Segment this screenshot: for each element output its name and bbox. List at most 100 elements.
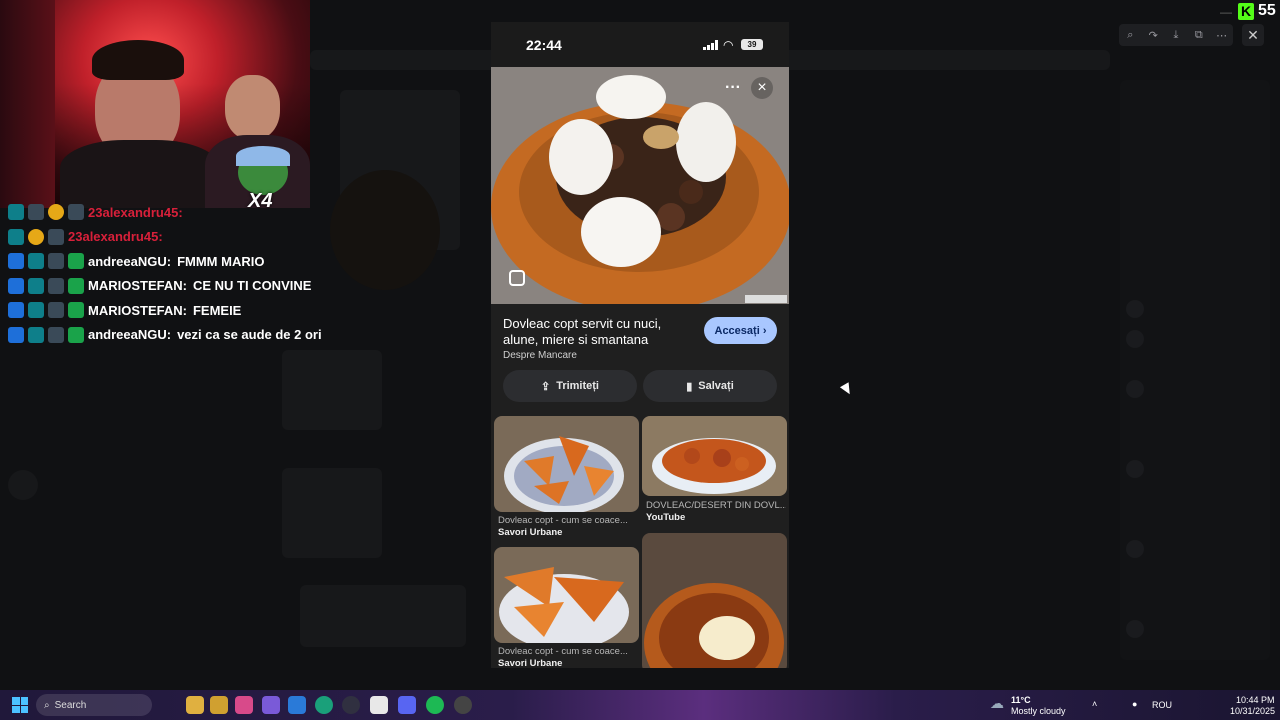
zoom-icon[interactable]: ⌕	[1121, 29, 1139, 42]
chat-badge-icon	[28, 302, 44, 319]
chat-username[interactable]: 23alexandru45:	[68, 229, 163, 244]
kick-logo-icon: K	[1238, 3, 1254, 20]
related-pin[interactable]: Dovleac copt - cum se coace... Savori Ur…	[494, 547, 639, 668]
chat-badge-icon	[68, 253, 84, 270]
file-explorer-icon[interactable]	[186, 696, 204, 714]
chat-badge-icon	[48, 253, 64, 270]
wifi-icon: ◠	[723, 38, 734, 52]
steam-icon[interactable]	[454, 696, 472, 714]
close-icon[interactable]: ✕	[1242, 24, 1264, 46]
phone-screenshot: 22:44 ◠ 39 ··· × Dovleac copt servit cu …	[491, 22, 789, 668]
related-pin-image	[642, 416, 787, 496]
obs-icon[interactable]	[342, 696, 360, 714]
search-label: Search	[54, 699, 87, 711]
bg-avatar	[1126, 380, 1144, 398]
chat-badge-icon	[8, 326, 24, 343]
pin-main-image[interactable]: ··· ×	[491, 67, 789, 304]
webcam-wall	[0, 0, 55, 208]
chat-text: FEMEIE	[192, 302, 242, 318]
chat-badge-icon	[8, 204, 24, 221]
chat-badge-icon	[28, 326, 44, 343]
streamer-hair	[92, 40, 184, 80]
weather-temp: 11°C	[1011, 695, 1031, 705]
related-pin[interactable]	[642, 533, 787, 668]
bg-server-icon	[8, 470, 38, 500]
save-button[interactable]: ▮ Salvați	[643, 370, 777, 402]
bg-avatar	[1126, 540, 1144, 558]
chat-username[interactable]: andreeaNGU:	[88, 327, 171, 342]
guest-face	[225, 75, 280, 140]
save-label: Salvați	[698, 380, 734, 392]
chat-badge-icon	[48, 228, 64, 245]
chat-username[interactable]: MARIOSTEFAN:	[88, 278, 187, 293]
more-icon[interactable]: ⋯	[1213, 29, 1231, 42]
chat-username[interactable]: MARIOSTEFAN:	[88, 303, 187, 318]
related-pin[interactable]: Dovleac copt - cum se coace... Savori Ur…	[494, 416, 639, 546]
open-external-icon[interactable]: ⧉	[1190, 29, 1208, 42]
more-options-icon[interactable]: ···	[725, 79, 741, 97]
visit-label: Accesați	[714, 324, 760, 337]
chat-text: vezi ca se aude de 2 ori	[177, 327, 322, 343]
chat-badge-icon	[68, 302, 84, 319]
visual-search-icon[interactable]	[509, 270, 525, 286]
related-pin-source: Savori Urbane	[498, 658, 563, 668]
chat-badge-icon	[28, 277, 44, 294]
webcam-overlay: X4	[0, 0, 310, 208]
chat-message: 23alexandru45:	[8, 225, 368, 250]
bg-avatar	[1126, 460, 1144, 478]
image-viewer-toolbar: ⌕ ↷ ⤓ ⧉ ⋯	[1119, 24, 1233, 46]
teams-icon[interactable]	[262, 696, 280, 714]
taskbar-search[interactable]: ⌕ Search	[36, 694, 152, 716]
share-button[interactable]: ⇪ Trimiteți	[503, 370, 637, 402]
folder-icon[interactable]	[210, 696, 228, 714]
chat-badge-icon	[8, 302, 24, 319]
battery-icon: 39	[741, 39, 763, 50]
chevron-up-icon[interactable]: ˄	[1092, 699, 1097, 709]
store-icon[interactable]	[288, 696, 306, 714]
viewer-count: 55	[1258, 2, 1276, 19]
language-indicator[interactable]: ROU	[1152, 700, 1172, 710]
chat-feed: 23alexandru45: 23alexandru45: andreeaNGU: F…	[8, 200, 368, 347]
forward-icon[interactable]: ↷	[1144, 29, 1162, 42]
chat-badge-icon	[28, 253, 44, 270]
related-pin-source: YouTube	[646, 512, 686, 523]
visit-button[interactable]: Accesați ›	[704, 317, 777, 344]
related-pin[interactable]: DOVLEAC/DESERT DIN DOVL... YouTube	[642, 416, 787, 526]
bg-avatar	[1126, 620, 1144, 638]
chat-username[interactable]: andreeaNGU:	[88, 254, 171, 269]
chat-badge-icon	[8, 228, 24, 245]
weather-text: Mostly cloudy	[1011, 706, 1066, 716]
chat-badge-icon	[68, 277, 84, 294]
grid-app-icon[interactable]	[370, 696, 388, 714]
clock-time[interactable]: 10:44 PM	[1236, 695, 1275, 705]
edge-icon[interactable]	[315, 696, 333, 714]
close-pin-icon[interactable]: ×	[751, 77, 773, 99]
pin-source[interactable]: Despre Mancare	[503, 350, 577, 361]
chat-badge-icon	[48, 302, 64, 319]
streamer-shirt	[60, 140, 220, 208]
discord-icon[interactable]	[398, 696, 416, 714]
chat-message: andreeaNGU: FMMM MARIO	[8, 249, 368, 274]
chat-text: CE NU TI CONVINE	[192, 278, 312, 294]
clock-date[interactable]: 10/31/2025	[1230, 706, 1275, 716]
related-pin-caption: Dovleac copt - cum se coace...	[498, 646, 628, 657]
chat-username[interactable]: 23alexandru45:	[88, 205, 183, 220]
share-label: Trimiteți	[556, 380, 599, 392]
bookmark-icon: ▮	[686, 380, 693, 393]
pin-title: Dovleac copt servit cu nuci, alune, mier…	[503, 316, 662, 347]
windows-start-icon[interactable]	[12, 697, 28, 713]
app-icon[interactable]	[235, 696, 253, 714]
related-pin-caption: DOVLEAC/DESERT DIN DOVL...	[646, 500, 786, 511]
chat-badge-icon	[28, 204, 44, 221]
chat-message: 23alexandru45:	[8, 200, 368, 225]
windows-taskbar: ⌕ Search ☁ 11°C Mostly cloudy ˄ ● ROU 10…	[0, 690, 1280, 720]
share-icon: ⇪	[540, 380, 551, 393]
microphone-icon[interactable]: ●	[1132, 699, 1137, 709]
chat-message: andreeaNGU: vezi ca se aude de 2 ori	[8, 323, 368, 348]
minimize-button[interactable]: —	[1220, 5, 1232, 19]
baked-pumpkin-image	[491, 67, 789, 304]
spotify-icon[interactable]	[426, 696, 444, 714]
bg-image-2	[282, 468, 382, 558]
download-icon[interactable]: ⤓	[1167, 29, 1185, 42]
bg-image-1	[282, 350, 382, 430]
